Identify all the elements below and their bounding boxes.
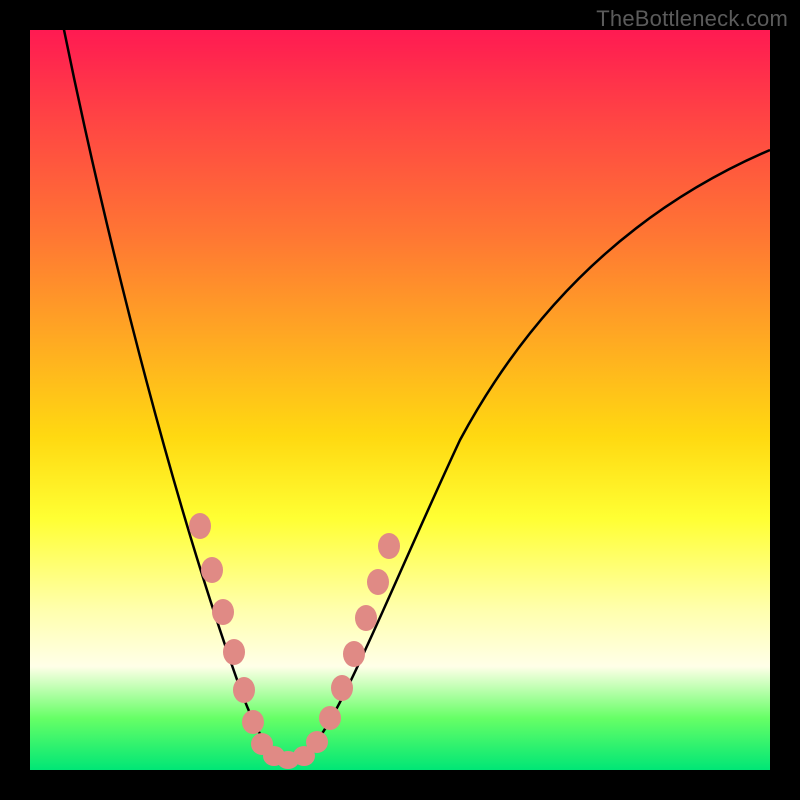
right-dot-cluster [293, 533, 400, 766]
bottleneck-curve-svg [30, 30, 770, 770]
chart-frame: TheBottleneck.com [0, 0, 800, 800]
bottleneck-curve [60, 30, 770, 761]
left-dot-cluster [189, 513, 299, 769]
watermark-text: TheBottleneck.com [596, 6, 788, 32]
plot-area [30, 30, 770, 770]
